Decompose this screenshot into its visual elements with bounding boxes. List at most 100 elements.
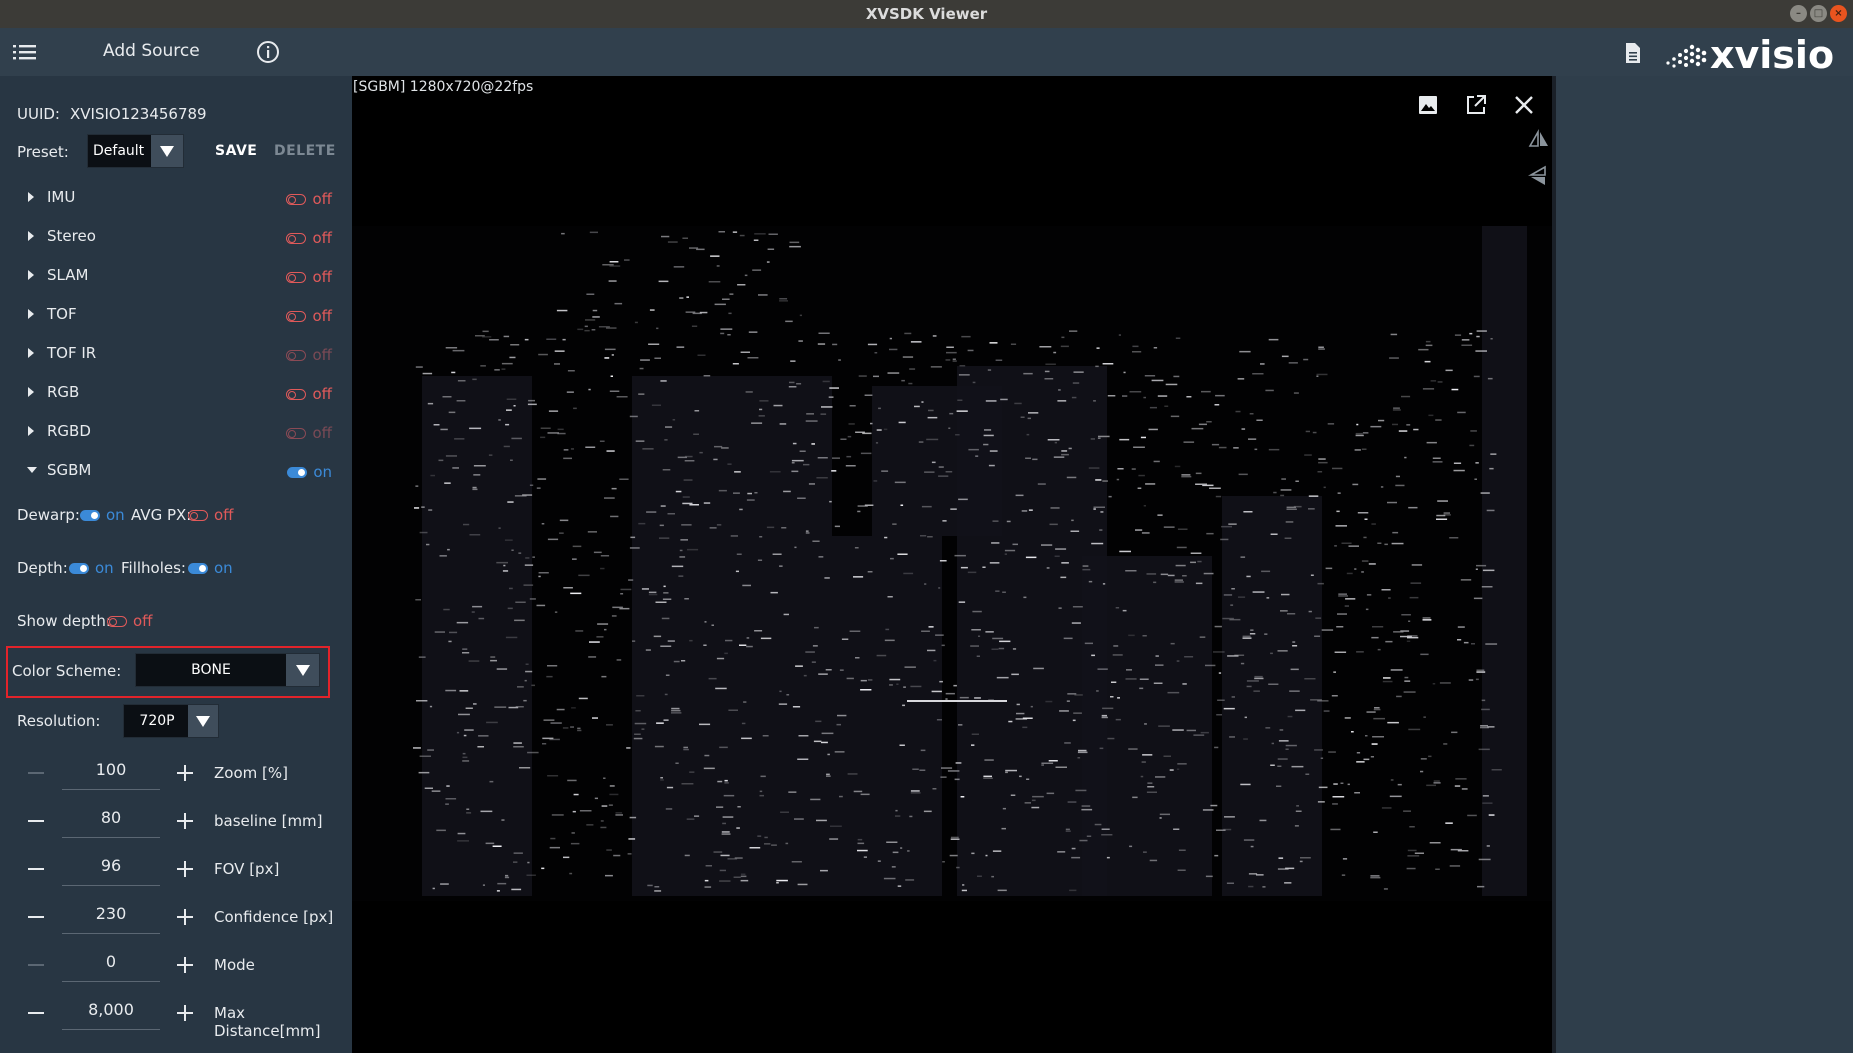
chevron-down-icon[interactable] <box>151 135 183 167</box>
sensor-name: Stereo <box>47 227 96 245</box>
parameter-value-input[interactable]: 100 <box>62 756 160 790</box>
hamburger-list-icon[interactable] <box>12 40 38 64</box>
sensor-toggle[interactable]: off <box>286 229 332 247</box>
minimize-icon[interactable]: – <box>1790 5 1807 22</box>
dewarp-label: Dewarp: <box>17 506 80 524</box>
sensor-toggle[interactable]: off <box>286 307 332 325</box>
depth-toggle[interactable]: on <box>69 559 114 577</box>
sensor-toggle[interactable]: on <box>287 463 332 481</box>
info-circle-icon[interactable] <box>255 39 281 65</box>
increment-button[interactable] <box>177 909 193 925</box>
caret-right-icon[interactable] <box>28 348 34 358</box>
parameter-stepper: 8,000 Max Distance[mm] <box>0 992 352 1040</box>
sensor-state: off <box>312 424 332 442</box>
resolution-select[interactable]: 720P <box>123 704 219 738</box>
image-icon[interactable] <box>1416 93 1440 117</box>
depth-state: on <box>95 559 114 577</box>
flip-horizontal-icon[interactable] <box>1527 128 1551 152</box>
stream-info: [SGBM] 1280x720@22fps <box>353 79 534 95</box>
increment-button[interactable] <box>177 813 193 829</box>
sensor-row-slam[interactable]: SLAM off <box>0 260 352 292</box>
color-scheme-value: BONE <box>191 662 231 678</box>
caret-right-icon[interactable] <box>28 231 34 241</box>
add-source-button[interactable]: Add Source <box>103 41 200 61</box>
toggle-on-icon <box>188 562 208 574</box>
toggle-off-icon <box>286 310 307 322</box>
color-scheme-select[interactable]: BONE <box>135 653 320 687</box>
caret-right-icon[interactable] <box>28 426 34 436</box>
fillholes-toggle[interactable]: on <box>188 559 233 577</box>
avgpx-state: off <box>214 506 234 524</box>
caret-right-icon[interactable] <box>28 192 34 202</box>
sensor-row-rgbd[interactable]: RGBD off <box>0 416 352 448</box>
showdepth-toggle[interactable]: off <box>107 612 153 630</box>
sensor-name: SLAM <box>47 266 89 284</box>
sensor-toggle[interactable]: off <box>286 190 332 208</box>
close-icon[interactable] <box>1512 93 1536 117</box>
increment-button[interactable] <box>177 861 193 877</box>
showdepth-state: off <box>133 612 153 630</box>
sensor-row-imu[interactable]: IMU off <box>0 182 352 214</box>
parameter-value-input[interactable]: 230 <box>62 900 160 934</box>
window-controls: – □ × <box>1790 5 1847 22</box>
chevron-down-icon[interactable] <box>188 705 218 737</box>
decrement-button[interactable] <box>28 820 44 822</box>
sensor-row-tof-ir[interactable]: TOF IR off <box>0 338 352 370</box>
decrement-button[interactable] <box>28 868 44 870</box>
preset-label: Preset: <box>17 143 69 161</box>
toggle-off-icon <box>107 615 127 627</box>
flip-vertical-icon[interactable] <box>1527 164 1551 188</box>
open-external-icon[interactable] <box>1464 93 1488 117</box>
parameter-value-input[interactable]: 80 <box>62 804 160 838</box>
caret-right-icon[interactable] <box>28 270 34 280</box>
uuid-value: XVISIO123456789 <box>70 105 207 123</box>
increment-button[interactable] <box>177 765 193 781</box>
decrement-button[interactable] <box>28 916 44 918</box>
dewarp-state: on <box>106 506 125 524</box>
sensor-row-rgb[interactable]: RGB off <box>0 377 352 409</box>
sensor-state: off <box>312 229 332 247</box>
chevron-down-icon[interactable] <box>286 654 319 686</box>
dewarp-toggle[interactable]: on <box>80 506 125 524</box>
parameter-stepper: 0 Mode <box>0 944 352 988</box>
parameter-stepper: 96 FOV [px] <box>0 848 352 892</box>
preset-value: Default <box>93 143 145 159</box>
showdepth-label: Show depth: <box>17 612 111 630</box>
save-button[interactable]: SAVE <box>215 143 257 159</box>
sensor-state: off <box>312 268 332 286</box>
sensor-state: on <box>313 463 332 481</box>
sensor-toggle[interactable]: off <box>286 268 332 286</box>
control-panel: UUID: XVISIO123456789 Preset: Default SA… <box>0 76 352 1053</box>
sensor-toggle: off <box>286 424 332 442</box>
right-side-panel <box>1556 76 1853 1053</box>
sensor-row-tof[interactable]: TOF off <box>0 299 352 331</box>
toggle-on-icon <box>69 562 89 574</box>
increment-button[interactable] <box>177 1005 193 1021</box>
svg-text:xvisio: xvisio <box>1710 33 1834 73</box>
sensor-toggle[interactable]: off <box>286 385 332 403</box>
sensor-row-sgbm[interactable]: SGBM on <box>0 455 352 487</box>
avgpx-label: AVG PX: <box>131 506 192 524</box>
sensor-row-stereo[interactable]: Stereo off <box>0 221 352 253</box>
sensor-toggle: off <box>286 346 332 364</box>
toggle-off-icon <box>286 232 307 244</box>
avgpx-toggle[interactable]: off <box>188 506 234 524</box>
parameter-label: FOV [px] <box>214 860 280 878</box>
color-scheme-label: Color Scheme: <box>12 662 122 680</box>
parameter-value-input[interactable]: 8,000 <box>62 996 160 1030</box>
increment-button[interactable] <box>177 957 193 973</box>
caret-down-icon[interactable] <box>27 467 37 473</box>
toggle-off-icon <box>286 349 307 361</box>
parameter-value-input[interactable]: 96 <box>62 852 160 886</box>
document-icon[interactable] <box>1622 41 1644 65</box>
maximize-icon[interactable]: □ <box>1810 5 1827 22</box>
window-close-icon[interactable]: × <box>1830 5 1847 22</box>
caret-right-icon[interactable] <box>28 387 34 397</box>
caret-right-icon[interactable] <box>28 309 34 319</box>
decrement-button[interactable] <box>28 1012 44 1014</box>
parameter-value-input[interactable]: 0 <box>62 948 160 982</box>
sensor-state: off <box>312 307 332 325</box>
delete-button[interactable]: DELETE <box>274 143 336 159</box>
preset-select[interactable]: Default <box>87 134 184 168</box>
sensor-name: RGB <box>47 383 80 401</box>
